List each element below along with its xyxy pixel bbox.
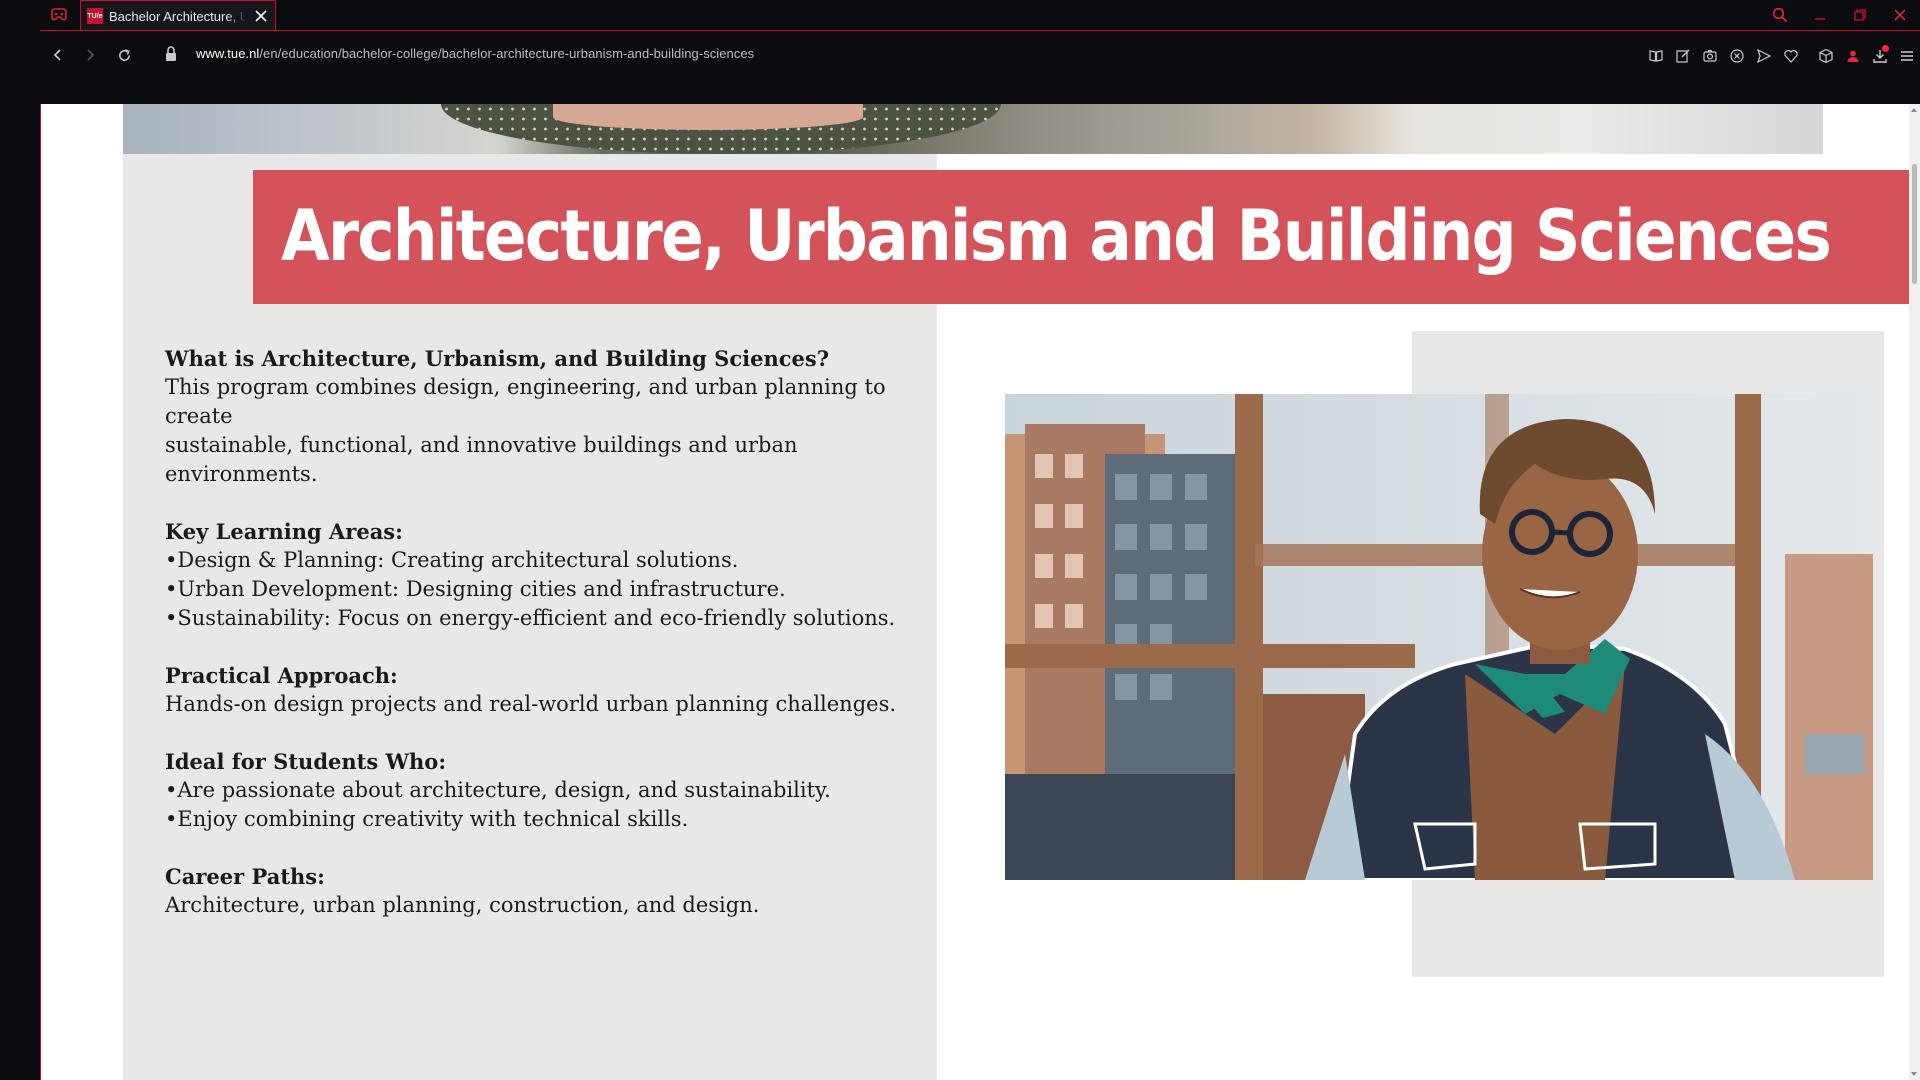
window-controls <box>1760 0 1920 30</box>
search-icon <box>1772 7 1788 23</box>
ad-blocker-button[interactable] <box>1723 41 1750 71</box>
search-tabs-button[interactable] <box>1760 0 1800 30</box>
edit-icon <box>1675 49 1689 63</box>
hamburger-menu-icon <box>1900 51 1913 61</box>
section-what-is: What is Architecture, Urbanism, and Buil… <box>165 344 925 489</box>
lock-icon[interactable] <box>164 45 178 63</box>
scroll-down-arrow-icon[interactable] <box>1911 1072 1917 1076</box>
close-icon <box>1894 9 1906 21</box>
close-tab-icon[interactable] <box>253 8 269 24</box>
student-illustration <box>1005 394 1873 880</box>
section-line: sustainable, functional, and innovative … <box>165 433 798 486</box>
section-practical-approach: Practical Approach: Hands-on design proj… <box>165 661 925 719</box>
page-title: Architecture, Urbanism and Building Scie… <box>281 195 1832 277</box>
profile-button[interactable] <box>1839 41 1866 71</box>
cube-icon <box>1818 48 1833 64</box>
list-item: •Are passionate about architecture, desi… <box>165 778 831 802</box>
title-banner: Architecture, Urbanism and Building Scie… <box>253 170 1909 304</box>
program-description: What is Architecture, Urbanism, and Buil… <box>165 344 925 920</box>
address-bar-row: www.tue.nl/en/education/bachelor-college… <box>40 30 1920 104</box>
book-icon <box>1648 50 1663 62</box>
forward-button[interactable] <box>78 43 102 67</box>
restore-button[interactable] <box>1840 0 1880 30</box>
section-line: Architecture, urban planning, constructi… <box>165 893 760 917</box>
edit-button[interactable] <box>1669 41 1696 71</box>
section-heading: Ideal for Students Who: <box>165 749 447 774</box>
hero-image <box>123 104 1823 154</box>
scrollbar-thumb[interactable] <box>1912 164 1917 284</box>
scroll-up-arrow-icon[interactable] <box>1911 108 1917 112</box>
bookmark-button[interactable] <box>1777 41 1804 71</box>
send-icon <box>1756 48 1771 64</box>
page-viewport: Architecture, Urbanism and Building Scie… <box>41 104 1909 1080</box>
arrow-right-icon <box>87 49 95 61</box>
opera-gx-logo-icon[interactable] <box>50 8 68 22</box>
section-heading: Career Paths: <box>165 864 325 889</box>
reader-mode-button[interactable] <box>1642 41 1669 71</box>
section-heading: What is Architecture, Urbanism, and Buil… <box>165 346 830 371</box>
section-ideal-for: Ideal for Students Who: •Are passionate … <box>165 747 925 834</box>
hero-person-neck <box>553 104 863 130</box>
browser-sidebar <box>0 30 40 1080</box>
url-path: /en/education/bachelor-college/bachelor-… <box>259 46 755 61</box>
reload-icon <box>118 48 130 61</box>
url-domain: www.tue.nl <box>196 46 260 61</box>
section-heading: Practical Approach: <box>165 663 398 688</box>
section-line: Hands-on design projects and real-world … <box>165 692 897 716</box>
snapshot-button[interactable] <box>1696 41 1723 71</box>
heart-icon <box>1783 50 1798 63</box>
active-tab[interactable]: TU/e Bachelor Architecture, Urbanism and… <box>80 0 276 31</box>
section-career-paths: Career Paths: Architecture, urban planni… <box>165 862 925 920</box>
toolbar <box>1642 41 1920 71</box>
list-item: •Enjoy combining creativity with technic… <box>165 807 689 831</box>
send-button[interactable] <box>1750 41 1777 71</box>
tab-bar: TU/e Bachelor Architecture, Urbanism and… <box>0 0 1920 31</box>
block-icon <box>1729 49 1744 63</box>
menu-button[interactable] <box>1893 41 1920 71</box>
notification-dot <box>1882 45 1889 52</box>
reload-button[interactable] <box>112 43 136 67</box>
user-icon <box>1847 50 1858 62</box>
tue-favicon-icon: TU/e <box>87 8 103 24</box>
close-window-button[interactable] <box>1880 0 1920 30</box>
list-item: •Urban Development: Designing cities and… <box>165 577 786 601</box>
extensions-button[interactable] <box>1812 41 1839 71</box>
section-key-learning-areas: Key Learning Areas: •Design & Planning: … <box>165 517 925 633</box>
student-illustration-svg <box>1005 394 1873 880</box>
vertical-scrollbar[interactable] <box>1909 104 1920 1080</box>
arrow-left-icon <box>53 49 61 61</box>
section-line: This program combines design, engineerin… <box>165 375 886 428</box>
list-item: •Design & Planning: Creating architectur… <box>165 548 739 572</box>
downloads-button[interactable] <box>1866 41 1893 71</box>
section-heading: Key Learning Areas: <box>165 519 403 544</box>
list-item: •Sustainability: Focus on energy-efficie… <box>165 606 896 630</box>
camera-icon <box>1702 49 1717 62</box>
url-field[interactable]: www.tue.nl/en/education/bachelor-college… <box>196 46 754 61</box>
tab-title: Bachelor Architecture, Urbanism and Buil… <box>109 8 247 24</box>
restore-icon <box>1854 9 1866 21</box>
minimize-button[interactable] <box>1800 0 1840 30</box>
back-button[interactable] <box>46 43 70 67</box>
minimize-icon <box>1815 18 1825 20</box>
